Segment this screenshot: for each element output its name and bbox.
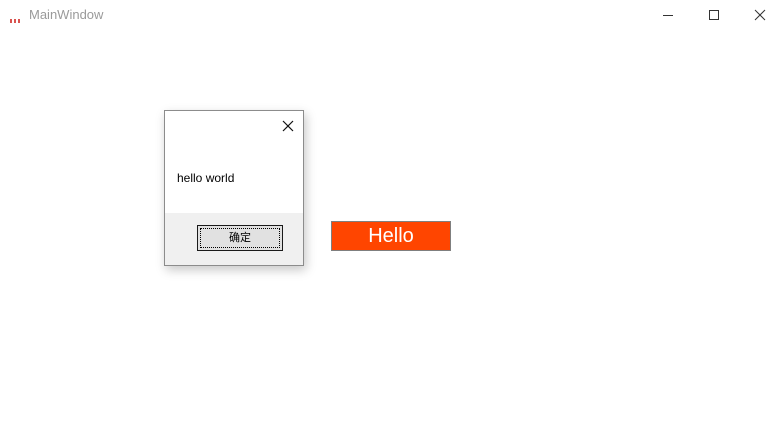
window-close-button[interactable]	[737, 0, 779, 30]
ok-button-label: 确定	[200, 228, 280, 248]
app-icon	[10, 11, 20, 23]
window-title: MainWindow	[29, 7, 104, 22]
close-icon	[754, 9, 766, 21]
minimize-icon	[663, 15, 673, 16]
message-dialog: hello world 确定	[164, 110, 304, 266]
ok-button[interactable]: 确定	[197, 225, 283, 251]
maximize-button[interactable]	[691, 0, 737, 30]
dialog-footer: 确定	[165, 213, 303, 265]
close-icon	[282, 120, 294, 132]
maximize-icon	[709, 10, 719, 20]
title-bar[interactable]: MainWindow	[0, 0, 779, 30]
dialog-close-button[interactable]	[281, 119, 295, 133]
main-window: MainWindow hello world 确定 Hello	[0, 0, 779, 435]
hello-label: Hello	[331, 221, 451, 251]
minimize-button[interactable]	[645, 0, 691, 30]
dialog-message: hello world	[177, 171, 235, 185]
